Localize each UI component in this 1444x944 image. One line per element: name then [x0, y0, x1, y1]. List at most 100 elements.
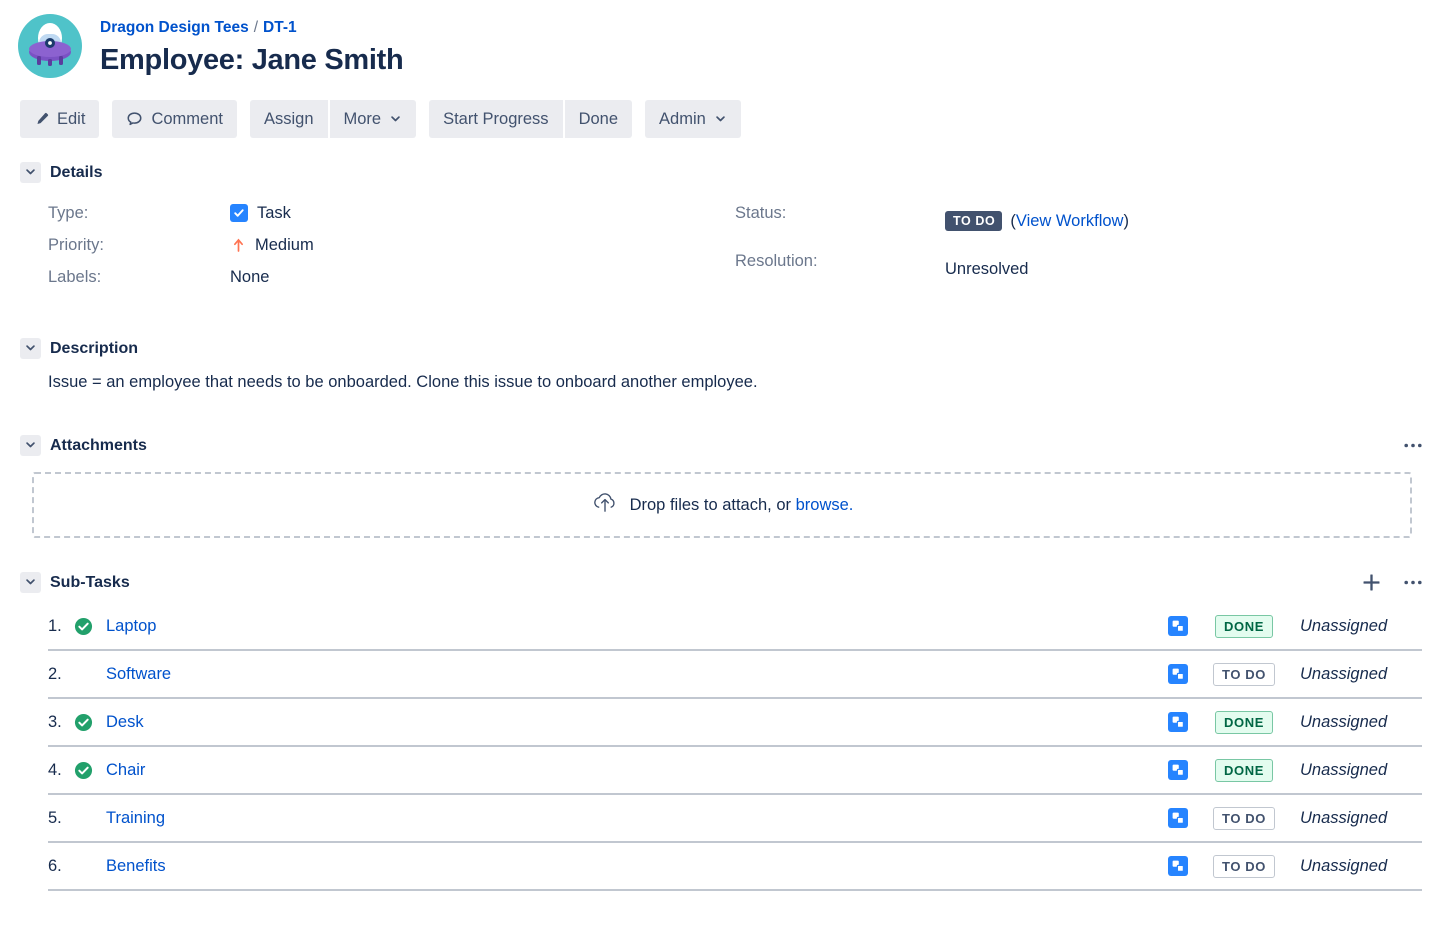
view-workflow-link[interactable]: View Workflow	[1016, 205, 1124, 237]
assign-button[interactable]: Assign	[249, 100, 328, 138]
issue-view-page: Dragon Design Tees / DT-1 Employee: Jane S…	[0, 0, 1444, 944]
table-row: 2. Software TO DO Unassigned	[48, 651, 1422, 699]
project-avatar-ufo-icon	[18, 14, 82, 78]
type-label: Type:	[48, 204, 89, 222]
details-left-column: Type: Task Priority: Medium Labels: None	[20, 197, 735, 293]
assign-more-button-group: Assign More	[249, 100, 417, 138]
attachments-section-actions	[1404, 443, 1422, 448]
subtask-status-cell: DONE	[1206, 710, 1282, 734]
priority-value-row: Medium	[230, 229, 735, 261]
subtask-done-check-icon	[74, 761, 100, 780]
subtask-link[interactable]: Benefits	[106, 857, 166, 876]
browse-link[interactable]: browse.	[796, 496, 854, 514]
breadcrumb-separator: /	[253, 19, 259, 36]
pencil-icon	[34, 112, 49, 127]
description-collapse-toggle[interactable]	[20, 338, 41, 359]
description-section: Description Issue = an employee that nee…	[0, 338, 1444, 394]
details-right-column: Status: TO DO (View Workflow) Resolution…	[735, 197, 1129, 293]
add-subtask-button[interactable]	[1361, 572, 1382, 593]
subtask-type-icon	[1168, 616, 1188, 636]
table-row: 1. Laptop DONE Unassigned	[48, 603, 1422, 651]
subtask-link[interactable]: Laptop	[106, 617, 156, 636]
comment-button[interactable]: Comment	[112, 100, 237, 138]
breadcrumb-issue-key-link[interactable]: DT-1	[263, 19, 297, 36]
admin-button[interactable]: Admin	[645, 100, 741, 138]
comment-button-label: Comment	[151, 109, 223, 128]
priority-label: Priority:	[48, 236, 104, 254]
breadcrumb-project-link[interactable]: Dragon Design Tees	[100, 19, 249, 36]
subtask-done-check-icon	[74, 713, 100, 732]
cloud-upload-icon	[591, 491, 619, 520]
subtask-assignee: Unassigned	[1300, 616, 1388, 635]
subtask-assignee: Unassigned	[1300, 856, 1388, 875]
subtask-link[interactable]: Training	[106, 809, 165, 828]
subtask-index: 3.	[48, 712, 62, 731]
subtask-done-check-icon	[74, 617, 100, 636]
subtask-link[interactable]: Chair	[106, 761, 145, 780]
subtask-assignee: Unassigned	[1300, 712, 1388, 731]
table-row: 4. Chair DONE Unassigned	[48, 747, 1422, 795]
resolution-value-row: Unresolved	[945, 245, 1129, 293]
done-button[interactable]: Done	[564, 100, 633, 138]
subtasks-more-actions-button[interactable]	[1404, 580, 1422, 585]
subtasks-section: Sub-Tasks 1. Laptop DONE Unassigned 2. Softwa…	[0, 572, 1444, 891]
details-section: Details Type: Task Priority: Medium Labe…	[0, 162, 1444, 293]
start-progress-button[interactable]: Start Progress	[429, 100, 563, 138]
status-badge: DONE	[1215, 758, 1273, 782]
subtask-type-icon	[1168, 664, 1188, 684]
description-body: Issue = an employee that needs to be onb…	[48, 373, 758, 391]
done-button-label: Done	[578, 109, 619, 128]
dropzone-prompt: Drop files to attach, or	[629, 495, 792, 514]
table-row: 3. Desk DONE Unassigned	[48, 699, 1422, 747]
breadcrumb: Dragon Design Tees / DT-1	[100, 18, 403, 38]
subtask-link[interactable]: Software	[106, 665, 171, 684]
subtasks-list: 1. Laptop DONE Unassigned 2. Software TO DO Una…	[20, 603, 1422, 891]
subtask-row-meta: DONE Unassigned	[1168, 710, 1422, 734]
more-button[interactable]: More	[329, 100, 417, 138]
status-badge: TO DO	[1213, 806, 1275, 830]
admin-button-group: Admin	[645, 100, 741, 138]
subtask-index: 2.	[48, 664, 62, 683]
subtask-row-meta: TO DO Unassigned	[1168, 854, 1422, 878]
attachments-section-header: Attachments	[20, 435, 1422, 456]
status-value-row: TO DO (View Workflow)	[945, 197, 1129, 245]
chevron-down-icon	[389, 113, 402, 126]
status-badge: TO DO	[1213, 662, 1275, 686]
start-progress-button-label: Start Progress	[443, 109, 549, 128]
details-section-title: Details	[50, 163, 103, 181]
subtask-type-icon	[1168, 712, 1188, 732]
dropzone-text: Drop files to attach, or browse.	[630, 496, 854, 515]
subtasks-section-actions	[1361, 572, 1422, 593]
subtask-type-icon	[1168, 760, 1188, 780]
labels-label: Labels:	[48, 268, 102, 286]
attachments-collapse-toggle[interactable]	[20, 435, 41, 456]
resolution-value: Unresolved	[945, 260, 1029, 278]
subtask-status-cell: TO DO	[1206, 662, 1282, 686]
priority-value: Medium	[255, 236, 314, 254]
task-type-icon	[230, 204, 248, 222]
subtask-row-meta: DONE Unassigned	[1168, 758, 1422, 782]
assign-button-label: Assign	[263, 109, 314, 128]
labels-value: None	[230, 268, 270, 286]
admin-button-label: Admin	[659, 109, 706, 128]
edit-button[interactable]: Edit	[20, 100, 100, 138]
edit-button-group: Edit	[20, 100, 100, 138]
details-collapse-toggle[interactable]	[20, 162, 41, 183]
subtask-status-cell: DONE	[1206, 614, 1282, 638]
type-value: Task	[257, 204, 291, 222]
subtasks-section-title: Sub-Tasks	[50, 573, 130, 591]
issue-action-toolbar: Edit Comment Assign More Start Progress …	[0, 78, 1444, 138]
attachments-more-actions-button[interactable]	[1404, 443, 1422, 448]
subtask-type-icon	[1168, 808, 1188, 828]
status-badge: DONE	[1215, 614, 1273, 638]
subtasks-collapse-toggle[interactable]	[20, 572, 41, 593]
description-section-title: Description	[50, 339, 139, 357]
speech-bubble-icon	[126, 111, 143, 128]
subtask-status-cell: TO DO	[1206, 854, 1282, 878]
status-badge: TO DO	[945, 211, 1003, 231]
workflow-button-group: Start Progress Done	[429, 100, 633, 138]
details-section-header: Details	[20, 162, 1422, 183]
attachment-dropzone[interactable]: Drop files to attach, or browse.	[32, 472, 1412, 538]
subtask-link[interactable]: Desk	[106, 713, 144, 732]
table-row: 5. Training TO DO Unassigned	[48, 795, 1422, 843]
